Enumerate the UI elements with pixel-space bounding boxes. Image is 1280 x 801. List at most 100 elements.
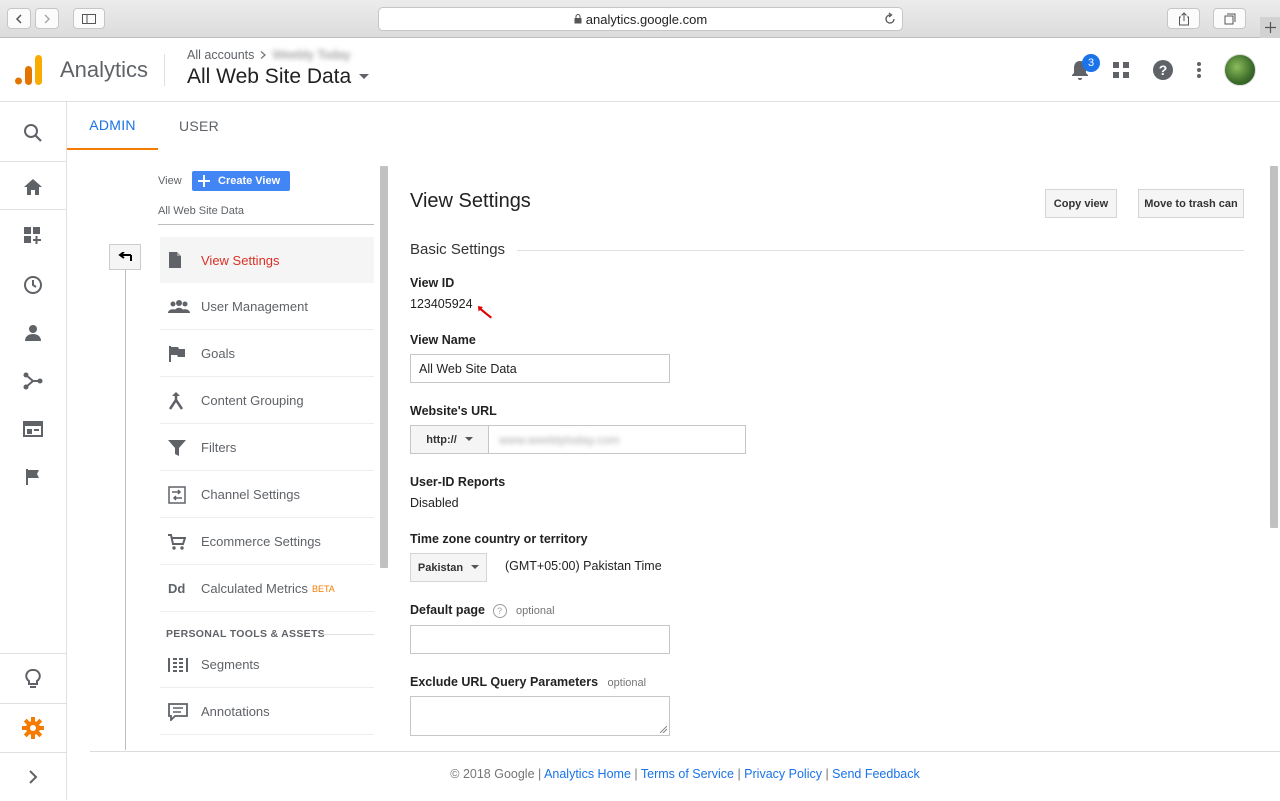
create-view-button[interactable]: Create View <box>192 171 290 191</box>
resize-handle-icon[interactable] <box>660 726 667 733</box>
home-icon <box>24 179 42 195</box>
share-button[interactable] <box>1167 8 1200 29</box>
view-column-label: View <box>158 175 182 187</box>
menu-item-goals[interactable]: Goals <box>160 331 374 377</box>
menu-item-view-settings[interactable]: View Settings <box>160 237 374 283</box>
current-view-name: All Web Site Data <box>158 205 245 217</box>
page-title: View Settings <box>410 190 531 212</box>
menu-item-channel-settings[interactable]: Channel Settings <box>160 472 374 518</box>
view-name-input[interactable]: All Web Site Data <box>410 354 670 383</box>
address-url: analytics.google.com <box>585 11 708 27</box>
rail-customization[interactable] <box>0 212 66 260</box>
menu-item-annotations[interactable]: Annotations <box>160 689 374 735</box>
address-bar[interactable]: analytics.google.com <box>378 7 903 31</box>
menu-scrollbar[interactable] <box>380 166 388 568</box>
rail-audience[interactable] <box>0 309 66 357</box>
menu-item-segments[interactable]: Segments <box>160 642 374 688</box>
footer-link-feedback[interactable]: Send Feedback <box>832 767 920 781</box>
people-icon <box>168 299 190 313</box>
apps-grid-icon[interactable] <box>1112 61 1130 79</box>
tabs-icon <box>1224 13 1235 24</box>
rail-realtime[interactable] <box>0 261 66 309</box>
default-page-input[interactable] <box>410 625 670 654</box>
timezone-value[interactable]: (GMT+05:00) Pakistan Time <box>505 559 662 573</box>
move-to-trash-button[interactable]: Move to trash can <box>1138 189 1244 218</box>
rail-acquisition[interactable] <box>0 357 66 405</box>
tabs-button[interactable] <box>1213 8 1246 29</box>
user-id-label: User-ID Reports <box>410 475 506 489</box>
timezone-country-value: Pakistan <box>417 561 464 574</box>
more-vert-icon[interactable] <box>1196 61 1202 79</box>
timezone-country-dropdown[interactable]: Pakistan <box>410 553 487 582</box>
help-question-icon[interactable]: ? <box>492 603 507 618</box>
menu-item-label: Ecommerce Settings <box>201 534 321 549</box>
admin-tabs: ADMIN USER <box>67 102 1280 150</box>
caret-down-icon <box>464 437 473 441</box>
tab-user[interactable]: USER <box>164 102 234 150</box>
share-icon <box>1178 11 1189 25</box>
website-url-field: http:// www.weeblytoday.com <box>410 425 746 454</box>
tab-admin[interactable]: ADMIN <box>67 102 158 150</box>
reload-icon[interactable] <box>884 12 896 26</box>
breadcrumb-property[interactable]: Weebly Today <box>272 48 350 62</box>
avatar[interactable] <box>1224 54 1256 86</box>
help-icon[interactable]: ? <box>1152 59 1174 81</box>
exclude-params-label-row: Exclude URL Query Parameters optional <box>410 675 646 689</box>
menu-item-filters[interactable]: Filters <box>160 425 374 471</box>
menu-item-label: Content Grouping <box>201 393 304 408</box>
menu-tree-line <box>125 270 126 750</box>
analytics-logo-icon[interactable] <box>15 55 43 85</box>
protocol-value: http:// <box>426 433 457 446</box>
breadcrumb-root[interactable]: All accounts <box>187 48 254 62</box>
notifications-button[interactable]: 3 <box>1070 54 1100 81</box>
app-title[interactable]: Analytics <box>60 57 148 83</box>
optional-hint: optional <box>515 605 555 617</box>
menu-item-calculated-metrics[interactable]: Dd Calculated Metrics BETA <box>160 566 374 612</box>
person-icon <box>25 325 41 341</box>
rail-behavior[interactable] <box>0 405 66 453</box>
website-url-input[interactable]: www.weeblytoday.com <box>489 426 620 453</box>
exclude-params-textarea[interactable] <box>410 696 670 736</box>
section-header-personal-tools: PERSONAL TOOLS & ASSETS <box>166 628 325 640</box>
footer-link-terms[interactable]: Terms of Service <box>641 767 734 781</box>
red-arrow-icon <box>478 306 492 319</box>
exclude-params-label: Exclude URL Query Parameters <box>410 675 599 689</box>
footer-link-privacy[interactable]: Privacy Policy <box>744 767 822 781</box>
footer-link-analytics-home[interactable]: Analytics Home <box>544 767 631 781</box>
menu-item-ecommerce-settings[interactable]: Ecommerce Settings <box>160 519 374 565</box>
default-page-label: Default page <box>410 603 486 617</box>
lightbulb-icon <box>25 669 41 688</box>
page-scrollbar[interactable] <box>1270 166 1278 528</box>
document-icon <box>169 252 181 268</box>
menu-item-label: Segments <box>201 657 260 672</box>
menu-item-user-management[interactable]: User Management <box>160 284 374 330</box>
sidebar-toggle-button[interactable] <box>73 8 105 29</box>
menu-item-label: Channel Settings <box>201 487 301 502</box>
back-nav-button[interactable] <box>7 8 31 29</box>
rail-admin[interactable] <box>0 704 66 752</box>
view-selector[interactable]: All Web Site Data <box>187 65 370 89</box>
behavior-icon <box>23 421 43 437</box>
caret-down-icon <box>359 74 370 79</box>
clock-icon <box>24 276 42 294</box>
forward-nav-button[interactable] <box>35 8 59 29</box>
menu-item-content-grouping[interactable]: Content Grouping <box>160 378 374 424</box>
rail-discover[interactable] <box>0 655 66 703</box>
dd-icon: Dd <box>168 581 186 596</box>
rail-conversions[interactable] <box>0 453 66 501</box>
breadcrumb[interactable]: All accounts Weebly Today <box>187 48 350 62</box>
new-tab-button[interactable] <box>1260 17 1280 38</box>
collapse-back-button[interactable] <box>109 244 141 270</box>
user-id-value: Disabled <box>410 496 459 510</box>
protocol-dropdown[interactable]: http:// <box>411 426 489 453</box>
view-id-label: View ID <box>410 276 455 290</box>
filter-icon <box>168 439 186 456</box>
left-rail <box>0 102 67 800</box>
default-page-label-row: Default page ? optional <box>410 603 555 618</box>
header-divider <box>164 54 165 86</box>
rail-search[interactable] <box>0 109 66 157</box>
view-id-value: 123405924 <box>410 297 473 311</box>
gear-icon <box>22 717 44 739</box>
copy-view-button[interactable]: Copy view <box>1045 189 1117 218</box>
rail-home[interactable] <box>0 163 66 211</box>
